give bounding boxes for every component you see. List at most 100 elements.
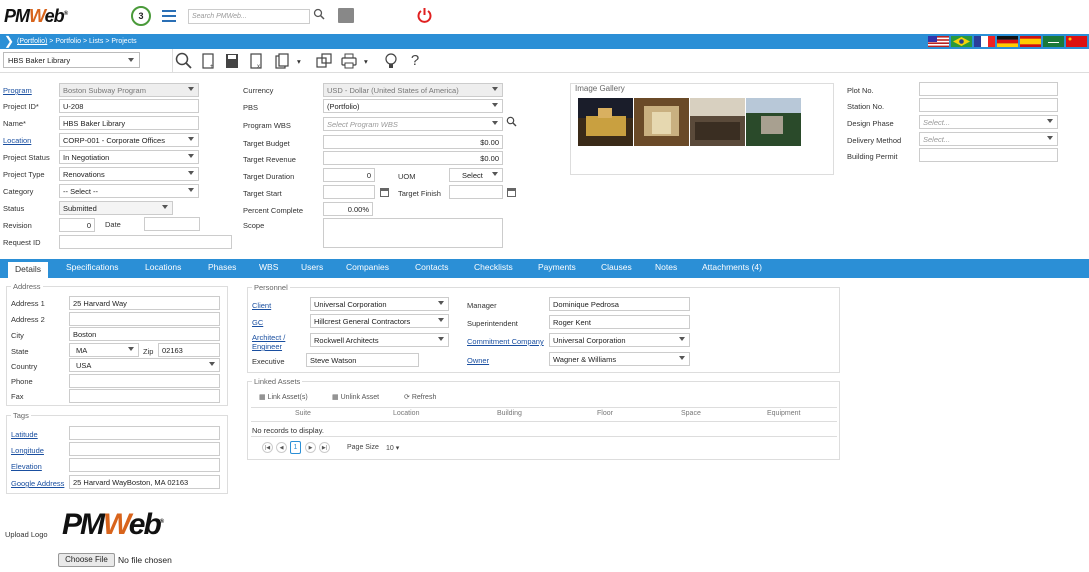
design-phase-select[interactable]: Select...: [919, 115, 1058, 129]
architect-label[interactable]: Architect / Engineer: [252, 333, 302, 351]
tab-phases[interactable]: Phases: [208, 262, 236, 272]
gallery-image-1[interactable]: [578, 98, 633, 146]
gc-label[interactable]: GC: [252, 318, 263, 327]
column-header-equipment[interactable]: Equipment: [767, 410, 800, 417]
client-label[interactable]: Client: [252, 301, 271, 310]
pmweb-logo[interactable]: PMWeb®: [4, 6, 68, 27]
flag-fr-icon[interactable]: [974, 36, 995, 47]
first-page-button[interactable]: |◀: [262, 442, 273, 453]
currency-select[interactable]: USD - Dollar (United States of America): [323, 83, 503, 97]
project-status-select[interactable]: In Negotiation: [59, 150, 199, 164]
power-icon[interactable]: [416, 7, 433, 24]
page-size-select[interactable]: 10 ▾: [386, 444, 399, 452]
copy-icon[interactable]: [272, 51, 292, 71]
search-input[interactable]: Search PMWeb...: [188, 9, 310, 24]
location-select[interactable]: CORP-001 - Corporate Offices: [59, 133, 199, 147]
target-duration-input[interactable]: 0: [323, 168, 375, 182]
tab-users[interactable]: Users: [301, 262, 323, 272]
column-header-floor[interactable]: Floor: [597, 410, 613, 417]
shield-badge-icon[interactable]: 3: [131, 6, 151, 26]
column-header-location[interactable]: Location: [393, 410, 419, 417]
project-type-select[interactable]: Renovations: [59, 167, 199, 181]
city-input[interactable]: Boston: [69, 327, 220, 341]
target-budget-input[interactable]: $0.00: [323, 135, 503, 149]
station-no-input[interactable]: [919, 98, 1058, 112]
last-page-button[interactable]: ▶|: [319, 442, 330, 453]
category-select[interactable]: -- Select --: [59, 184, 199, 198]
tab-clauses[interactable]: Clauses: [601, 262, 632, 272]
delivery-method-select[interactable]: Select...: [919, 132, 1058, 146]
tab-attachments[interactable]: Attachments (4): [702, 262, 762, 272]
superintendent-input[interactable]: Roger Kent: [549, 315, 690, 329]
elevation-input[interactable]: [69, 458, 220, 472]
pbs-select[interactable]: (Portfolio): [323, 99, 503, 113]
percent-complete-input[interactable]: 0.00%: [323, 202, 373, 216]
menu-icon[interactable]: [162, 10, 176, 22]
commitment-company-select[interactable]: Universal Corporation: [549, 333, 690, 347]
choose-file-button[interactable]: Choose File: [58, 553, 115, 567]
program-wbs-select[interactable]: Select Program WBS: [323, 117, 503, 131]
column-header-building[interactable]: Building: [497, 410, 522, 417]
project-id-input[interactable]: U-208: [59, 99, 199, 113]
calendar-icon[interactable]: [380, 188, 389, 197]
tab-notes[interactable]: Notes: [655, 262, 677, 272]
request-id-input[interactable]: [59, 235, 232, 249]
refresh-button[interactable]: ⟳ Refresh: [404, 393, 436, 401]
target-start-input[interactable]: [323, 185, 375, 199]
tab-checklists[interactable]: Checklists: [474, 262, 513, 272]
building-permit-input[interactable]: [919, 148, 1058, 162]
tab-locations[interactable]: Locations: [145, 262, 181, 272]
elevation-label[interactable]: Elevation: [11, 462, 42, 471]
gallery-image-2[interactable]: [634, 98, 689, 146]
target-finish-input[interactable]: [449, 185, 503, 199]
video-icon[interactable]: [338, 8, 354, 23]
gallery-image-4[interactable]: [746, 98, 801, 146]
flag-sa-icon[interactable]: [1043, 36, 1064, 47]
flag-de-icon[interactable]: [997, 36, 1018, 47]
name-input[interactable]: HBS Baker Library: [59, 116, 199, 130]
tab-wbs[interactable]: WBS: [259, 262, 278, 272]
phone-input[interactable]: [69, 374, 220, 388]
lightbulb-icon[interactable]: [381, 51, 401, 71]
longitude-label[interactable]: Longitude: [11, 446, 44, 455]
longitude-input[interactable]: [69, 442, 220, 456]
date-input[interactable]: [144, 217, 200, 231]
tab-specifications[interactable]: Specifications: [66, 262, 118, 272]
revision-input[interactable]: 0: [59, 218, 95, 232]
chevron-right-icon[interactable]: ❯: [4, 34, 14, 49]
program-select[interactable]: Boston Subway Program: [59, 83, 199, 97]
fax-input[interactable]: [69, 389, 220, 403]
save-icon[interactable]: [222, 51, 242, 71]
state-select[interactable]: MA: [69, 343, 139, 357]
flag-es-icon[interactable]: [1020, 36, 1041, 47]
link-assets-button[interactable]: ▦ Link Asset(s): [259, 393, 308, 401]
page-number-button[interactable]: 1: [290, 441, 301, 454]
plot-no-input[interactable]: [919, 82, 1058, 96]
tab-contacts[interactable]: Contacts: [415, 262, 449, 272]
column-header-space[interactable]: Space: [681, 410, 701, 417]
tab-companies[interactable]: Companies: [346, 262, 389, 272]
print-icon[interactable]: [339, 51, 359, 71]
uom-select[interactable]: Select: [449, 168, 503, 182]
flag-br-icon[interactable]: [951, 36, 972, 47]
duplicate-icon[interactable]: [314, 51, 334, 71]
country-select[interactable]: USA: [69, 358, 220, 372]
delete-document-icon[interactable]: x: [246, 51, 266, 71]
google-address-input[interactable]: 25 Harvard WayBoston, MA 02163: [69, 475, 220, 489]
zip-input[interactable]: 02163: [158, 343, 220, 357]
record-selector[interactable]: HBS Baker Library: [3, 52, 140, 68]
tab-details[interactable]: Details: [8, 262, 48, 278]
address2-input[interactable]: [69, 312, 220, 326]
google-address-label[interactable]: Google Address: [11, 479, 64, 488]
column-header-suite[interactable]: Suite: [295, 410, 311, 417]
search-icon[interactable]: [313, 8, 325, 20]
unlink-asset-button[interactable]: ▦ Unlink Asset: [332, 393, 379, 401]
gallery-image-3[interactable]: [690, 98, 745, 146]
client-select[interactable]: Universal Corporation: [310, 297, 449, 311]
scope-textarea[interactable]: [323, 218, 503, 248]
breadcrumb-root-link[interactable]: (Portfolio): [17, 38, 47, 45]
location-label[interactable]: Location: [3, 136, 31, 145]
owner-label[interactable]: Owner: [467, 356, 489, 365]
search-icon[interactable]: [174, 51, 194, 71]
target-revenue-input[interactable]: $0.00: [323, 151, 503, 165]
